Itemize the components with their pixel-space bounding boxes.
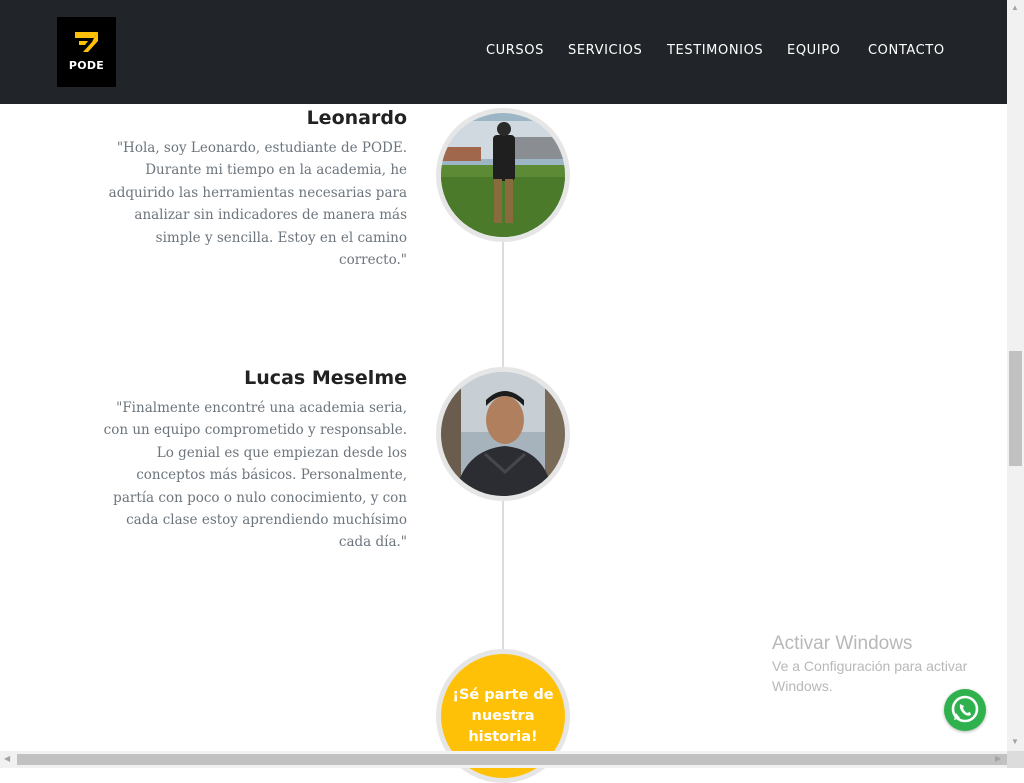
scroll-right-arrow-icon[interactable]: ▶ <box>995 755 1001 763</box>
cta-label: ¡Sé parte de nuestra historia! <box>452 686 554 745</box>
quote-line: "Hola, soy Leonardo, estudiante de PODE. <box>116 140 407 156</box>
navbar: PODE CURSOS SERVICIOS TESTIMONIOS EQUIPO… <box>0 0 1007 104</box>
timeline-line <box>502 500 504 650</box>
testimonial-photo <box>436 108 570 242</box>
nav-testimonios[interactable]: TESTIMONIOS <box>667 43 763 61</box>
nav-cursos[interactable]: CURSOS <box>486 43 544 61</box>
timeline-line <box>502 240 504 370</box>
quote-line: partía con poco o nulo conocimiento, y c… <box>113 489 407 506</box>
testimonial-quote: "Finalmente encontré una academia seria,… <box>104 397 407 554</box>
quote-line: analizar sin indicadores de manera más <box>134 207 407 224</box>
logo-text: PODE <box>68 59 105 72</box>
logo-mark-icon <box>75 32 98 52</box>
nav-equipo[interactable]: EQUIPO <box>787 43 840 61</box>
scrollbar-corner <box>1007 751 1024 768</box>
whatsapp-button[interactable] <box>944 689 986 731</box>
testimonial-name: Leonardo <box>306 107 407 129</box>
quote-line: Lo genial es que empiezan desde los <box>156 444 407 461</box>
nav-contacto[interactable]: CONTACTO <box>868 43 945 61</box>
quote-line: "Finalmente encontré una academia seria, <box>116 400 407 416</box>
testimonial-name: Lucas Meselme <box>244 367 407 389</box>
quote-line: adquirido las herramientas necesarias pa… <box>108 184 407 201</box>
quote-line: simple y sencilla. Estoy en el camino <box>155 229 407 246</box>
horizontal-scrollbar[interactable]: ◀ ▶ <box>0 751 1007 768</box>
scroll-down-arrow-icon[interactable]: ▼ <box>1011 738 1019 746</box>
quote-line: cada día." <box>338 534 407 551</box>
nav-servicios[interactable]: SERVICIOS <box>568 43 642 61</box>
scroll-left-arrow-icon[interactable]: ◀ <box>4 755 10 763</box>
quote-line: correcto." <box>339 252 407 269</box>
vertical-scrollbar[interactable]: ▲ ▼ <box>1007 0 1024 751</box>
testimonial-quote: "Hola, soy Leonardo, estudiante de PODE.… <box>109 137 407 271</box>
quote-line: conceptos más básicos. Personalmente, <box>136 467 407 484</box>
whatsapp-icon <box>951 695 979 723</box>
quote-line: con un equipo comprometido y responsable… <box>103 422 407 439</box>
scroll-up-arrow-icon[interactable]: ▲ <box>1011 4 1019 12</box>
horizontal-scroll-thumb[interactable] <box>17 754 1007 765</box>
quote-line: cada clase estoy aprendiendo muchísimo <box>126 512 407 529</box>
testimonial-photo <box>436 367 570 501</box>
pode-logo[interactable]: PODE <box>57 17 116 87</box>
vertical-scroll-thumb[interactable] <box>1009 351 1022 466</box>
quote-line: Durante mi tiempo en la academia, he <box>145 162 407 179</box>
activate-windows-title: Activar Windows <box>772 633 913 654</box>
